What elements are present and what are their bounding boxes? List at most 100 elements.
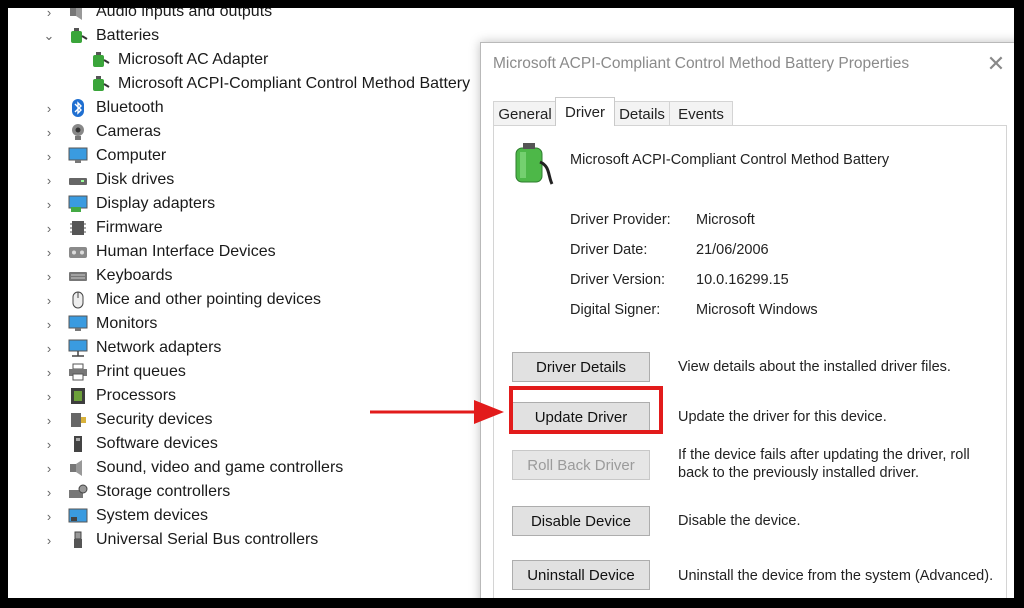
chevron-right-icon[interactable]: › — [42, 461, 56, 476]
tree-item-label: Microsoft AC Adapter — [118, 51, 269, 68]
roll-back-driver-description: If the device fails after updating the d… — [678, 447, 970, 481]
chevron-right-icon[interactable]: › — [42, 413, 56, 428]
tree-item-cameras[interactable]: › Cameras — [42, 120, 161, 144]
speaker-icon — [68, 8, 88, 21]
chevron-right-icon[interactable]: › — [42, 341, 56, 356]
tree-item-ac-adapter[interactable]: Microsoft AC Adapter — [90, 48, 268, 72]
tab-details[interactable]: Details — [613, 101, 671, 126]
bluetooth-icon — [68, 99, 88, 117]
chevron-right-icon[interactable]: › — [42, 125, 56, 140]
chevron-right-icon[interactable]: › — [42, 509, 56, 524]
uninstall-device-button[interactable]: Uninstall Device — [512, 560, 650, 590]
tree-item-software-devices[interactable]: › Software devices — [42, 432, 218, 456]
disable-device-button[interactable]: Disable Device — [512, 506, 650, 536]
tree-item-keyboards[interactable]: › Keyboards — [42, 264, 173, 288]
driver-version-value: 10.0.16299.15 — [696, 272, 789, 288]
tree-item-bluetooth[interactable]: › Bluetooth — [42, 96, 164, 120]
tree-item-hid[interactable]: › Human Interface Devices — [42, 240, 276, 264]
tree-item-label: Keyboards — [96, 267, 173, 284]
tree-item-label: Universal Serial Bus controllers — [96, 531, 319, 548]
tree-item-computer[interactable]: › Computer — [42, 144, 166, 168]
tab-events[interactable]: Events — [669, 101, 733, 126]
chevron-right-icon[interactable]: › — [42, 245, 56, 260]
chevron-right-icon[interactable]: › — [42, 365, 56, 380]
chevron-right-icon[interactable]: › — [42, 8, 56, 20]
digital-signer-value: Microsoft Windows — [696, 302, 818, 318]
digital-signer-label: Digital Signer: — [570, 302, 661, 318]
battery-icon — [90, 51, 110, 69]
tree-item-label: Sound, video and game controllers — [96, 459, 344, 476]
hid-icon — [68, 243, 88, 261]
battery-icon — [90, 75, 110, 93]
speaker-icon — [68, 459, 88, 477]
camera-icon — [68, 123, 88, 141]
chevron-right-icon[interactable]: › — [42, 533, 56, 548]
tree-item-label: System devices — [96, 507, 209, 524]
tree-item-label: Computer — [96, 147, 167, 164]
tree-item-acpi-battery[interactable]: Microsoft ACPI-Compliant Control Method … — [90, 72, 470, 96]
chevron-right-icon[interactable]: › — [42, 173, 56, 188]
tree-item-usb[interactable]: › Universal Serial Bus controllers — [42, 528, 318, 552]
tree-item-batteries[interactable]: ⌄ Batteries — [42, 24, 160, 48]
tab-driver[interactable]: Driver — [555, 97, 615, 126]
processor-icon — [68, 387, 88, 405]
chevron-right-icon[interactable]: › — [42, 389, 56, 404]
driver-date-value: 21/06/2006 — [696, 242, 769, 258]
tree-item-audio[interactable]: › Audio inputs and outputs — [42, 8, 272, 24]
tree-item-network-adapters[interactable]: › Network adapters — [42, 336, 221, 360]
chevron-down-icon[interactable]: ⌄ — [42, 28, 56, 43]
monitor-icon — [68, 147, 88, 165]
tree-item-system-devices[interactable]: › System devices — [42, 504, 208, 528]
storage-controller-icon — [68, 483, 88, 501]
chevron-right-icon[interactable]: › — [42, 485, 56, 500]
tree-item-print-queues[interactable]: › Print queues — [42, 360, 186, 384]
tree-item-mice[interactable]: › Mice and other pointing devices — [42, 288, 321, 312]
security-device-icon — [68, 411, 88, 429]
tree-item-label: Network adapters — [96, 339, 222, 356]
chevron-right-icon[interactable]: › — [42, 293, 56, 308]
driver-provider-value: Microsoft — [696, 212, 755, 228]
screenshot-frame: › Audio inputs and outputs ⌄ Batteries M… — [8, 8, 1014, 598]
tree-item-label: Audio inputs and outputs — [96, 8, 273, 20]
tree-item-processors[interactable]: › Processors — [42, 384, 176, 408]
tree-item-firmware[interactable]: › Firmware — [42, 216, 163, 240]
tree-item-label: Monitors — [96, 315, 158, 332]
driver-details-button[interactable]: Driver Details — [512, 352, 650, 382]
tree-item-storage-controllers[interactable]: › Storage controllers — [42, 480, 230, 504]
chevron-right-icon[interactable]: › — [42, 149, 56, 164]
close-button[interactable]: ✕ — [983, 51, 1009, 77]
tree-item-security-devices[interactable]: › Security devices — [42, 408, 213, 432]
roll-back-driver-button[interactable]: Roll Back Driver — [512, 450, 650, 480]
keyboard-icon — [68, 267, 88, 285]
tree-item-sound-video[interactable]: › Sound, video and game controllers — [42, 456, 343, 480]
tree-item-disk-drives[interactable]: › Disk drives — [42, 168, 174, 192]
chevron-right-icon[interactable]: › — [42, 437, 56, 452]
tree-item-label: Processors — [96, 387, 177, 404]
driver-tab-panel: Microsoft ACPI-Compliant Control Method … — [493, 125, 1007, 598]
printer-icon — [68, 363, 88, 381]
tree-item-label: Human Interface Devices — [96, 243, 276, 260]
tree-item-display-adapters[interactable]: › Display adapters — [42, 192, 215, 216]
tree-item-label: Storage controllers — [96, 483, 231, 500]
chevron-right-icon[interactable]: › — [42, 197, 56, 212]
disk-drive-icon — [68, 171, 88, 189]
network-icon — [68, 339, 88, 357]
tab-general[interactable]: General — [493, 101, 557, 126]
disable-device-description: Disable the device. — [678, 513, 801, 529]
chevron-right-icon[interactable]: › — [42, 101, 56, 116]
chevron-right-icon[interactable]: › — [42, 221, 56, 236]
tree-item-label: Cameras — [96, 123, 161, 140]
tree-item-label: Display adapters — [96, 195, 216, 212]
update-driver-description: Update the driver for this device. — [678, 409, 887, 425]
display-adapter-icon — [68, 195, 88, 213]
chevron-right-icon[interactable]: › — [42, 317, 56, 332]
tree-item-label: Disk drives — [96, 171, 175, 188]
tree-item-label: Bluetooth — [96, 99, 164, 116]
tree-item-monitors[interactable]: › Monitors — [42, 312, 158, 336]
driver-date-label: Driver Date: — [570, 242, 648, 258]
chip-icon — [68, 219, 88, 237]
chevron-right-icon[interactable]: › — [42, 269, 56, 284]
battery-icon — [68, 27, 88, 45]
driver-provider-label: Driver Provider: — [570, 212, 671, 228]
battery-icon — [510, 140, 554, 193]
